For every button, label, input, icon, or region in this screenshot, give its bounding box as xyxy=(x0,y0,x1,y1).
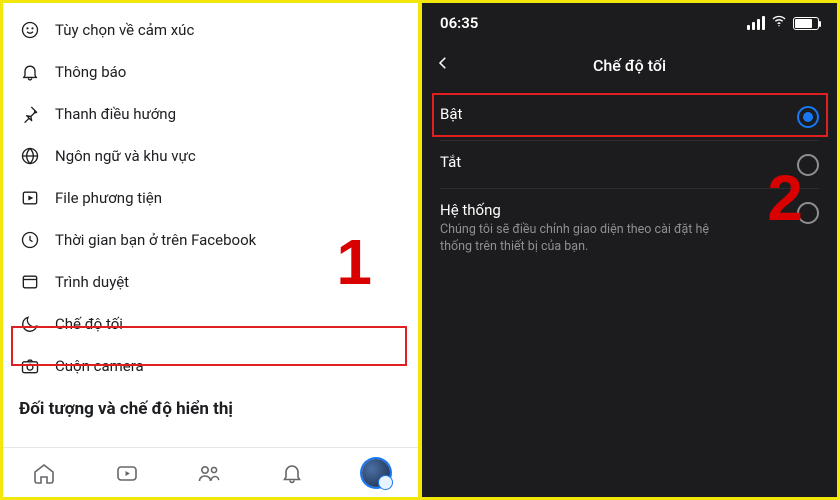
option-desc: Chúng tôi sẽ điều chỉnh giao diện theo c… xyxy=(440,222,740,256)
watch-icon[interactable] xyxy=(114,460,140,486)
clock-icon xyxy=(19,229,41,251)
status-right: 79 xyxy=(747,13,819,33)
media-icon xyxy=(19,187,41,209)
notifications-icon[interactable] xyxy=(279,460,305,486)
row-label: Chế độ tối xyxy=(55,315,123,333)
row-language-region[interactable]: Ngôn ngữ và khu vực xyxy=(3,135,418,177)
row-label: Tùy chọn về cảm xúc xyxy=(55,21,194,39)
option-system[interactable]: Hệ thống Chúng tôi sẽ điều chỉnh giao di… xyxy=(422,189,837,268)
moon-icon xyxy=(19,313,41,335)
row-label: Cuộn camera xyxy=(55,357,144,375)
row-reaction-preferences[interactable]: Tùy chọn về cảm xúc xyxy=(3,9,418,51)
friends-icon[interactable] xyxy=(196,460,222,486)
row-label: File phương tiện xyxy=(55,189,162,207)
dark-mode-options: Bật Tắt Hệ thống Chúng tôi sẽ điều chỉnh… xyxy=(422,87,837,268)
row-time-on-fb[interactable]: Thời gian bạn ở trên Facebook xyxy=(3,219,418,261)
home-icon[interactable] xyxy=(31,460,57,486)
row-browser[interactable]: Trình duyệt xyxy=(3,261,418,303)
row-navbar[interactable]: Thanh điều hướng xyxy=(3,93,418,135)
row-label: Ngôn ngữ và khu vực xyxy=(55,147,196,165)
page-title: Chế độ tối xyxy=(593,56,666,75)
bottom-nav xyxy=(3,447,418,497)
row-media-files[interactable]: File phương tiện xyxy=(3,177,418,219)
radio-off[interactable] xyxy=(797,154,819,176)
globe-icon xyxy=(19,145,41,167)
row-label: Thời gian bạn ở trên Facebook xyxy=(55,231,256,249)
bell-icon xyxy=(19,61,41,83)
status-bar: 06:35 79 xyxy=(422,3,837,43)
option-label: Hệ thống xyxy=(440,201,740,219)
smile-icon xyxy=(19,19,41,41)
detail-header: Chế độ tối xyxy=(422,43,837,87)
settings-menu-pane: Tùy chọn về cảm xúc Thông báo Thanh điều… xyxy=(0,0,420,500)
option-on[interactable]: Bật xyxy=(422,93,837,140)
row-notifications[interactable]: Thông báo xyxy=(3,51,418,93)
camera-icon xyxy=(19,355,41,377)
back-button[interactable] xyxy=(434,54,452,76)
menu-avatar[interactable] xyxy=(362,459,390,487)
row-label: Trình duyệt xyxy=(55,273,129,291)
dark-mode-pane: 06:35 79 Chế độ tối Bật Tắt xyxy=(420,0,840,500)
settings-list: Tùy chọn về cảm xúc Thông báo Thanh điều… xyxy=(3,3,418,447)
wifi-icon xyxy=(771,13,787,33)
section-header-audience: Đối tượng và chế độ hiển thị xyxy=(3,387,418,427)
row-camera-roll[interactable]: Cuộn camera xyxy=(3,345,418,387)
option-label: Tắt xyxy=(440,153,461,171)
row-label: Thông báo xyxy=(55,63,126,81)
row-dark-mode[interactable]: Chế độ tối xyxy=(3,303,418,345)
option-label: Bật xyxy=(440,105,462,123)
browser-icon xyxy=(19,271,41,293)
cellular-icon xyxy=(747,16,765,30)
radio-on[interactable] xyxy=(797,106,819,128)
option-off[interactable]: Tắt xyxy=(422,141,837,188)
pin-icon xyxy=(19,103,41,125)
status-time: 06:35 xyxy=(440,14,478,32)
row-label: Thanh điều hướng xyxy=(55,105,176,123)
radio-system[interactable] xyxy=(797,202,819,224)
battery-indicator: 79 xyxy=(793,17,819,30)
